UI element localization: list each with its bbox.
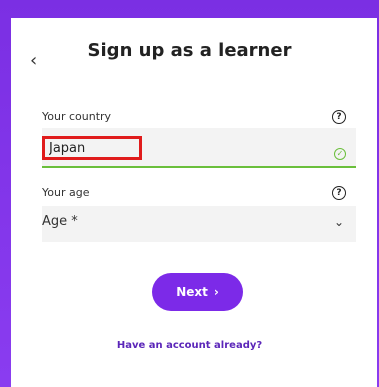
country-help-icon[interactable]: ? (332, 110, 346, 124)
age-help-icon[interactable]: ? (332, 186, 346, 200)
next-button-label: Next (176, 285, 208, 299)
age-label: Your age (42, 186, 90, 199)
page-title: Sign up as a learner (87, 40, 292, 61)
check-icon: ✓ (334, 148, 346, 160)
country-field[interactable]: ✓ (42, 128, 356, 168)
chevron-down-icon: ⌄ (334, 215, 345, 229)
age-select-value: Age * (42, 214, 78, 229)
chevron-right-icon: › (213, 285, 219, 299)
age-select[interactable]: Age * ⌄ (42, 206, 356, 242)
signup-card (11, 18, 377, 387)
country-label: Your country (42, 110, 112, 123)
country-input[interactable] (42, 136, 142, 160)
next-button[interactable]: Next › (152, 273, 243, 311)
login-link[interactable]: Have an account already? (0, 340, 379, 351)
